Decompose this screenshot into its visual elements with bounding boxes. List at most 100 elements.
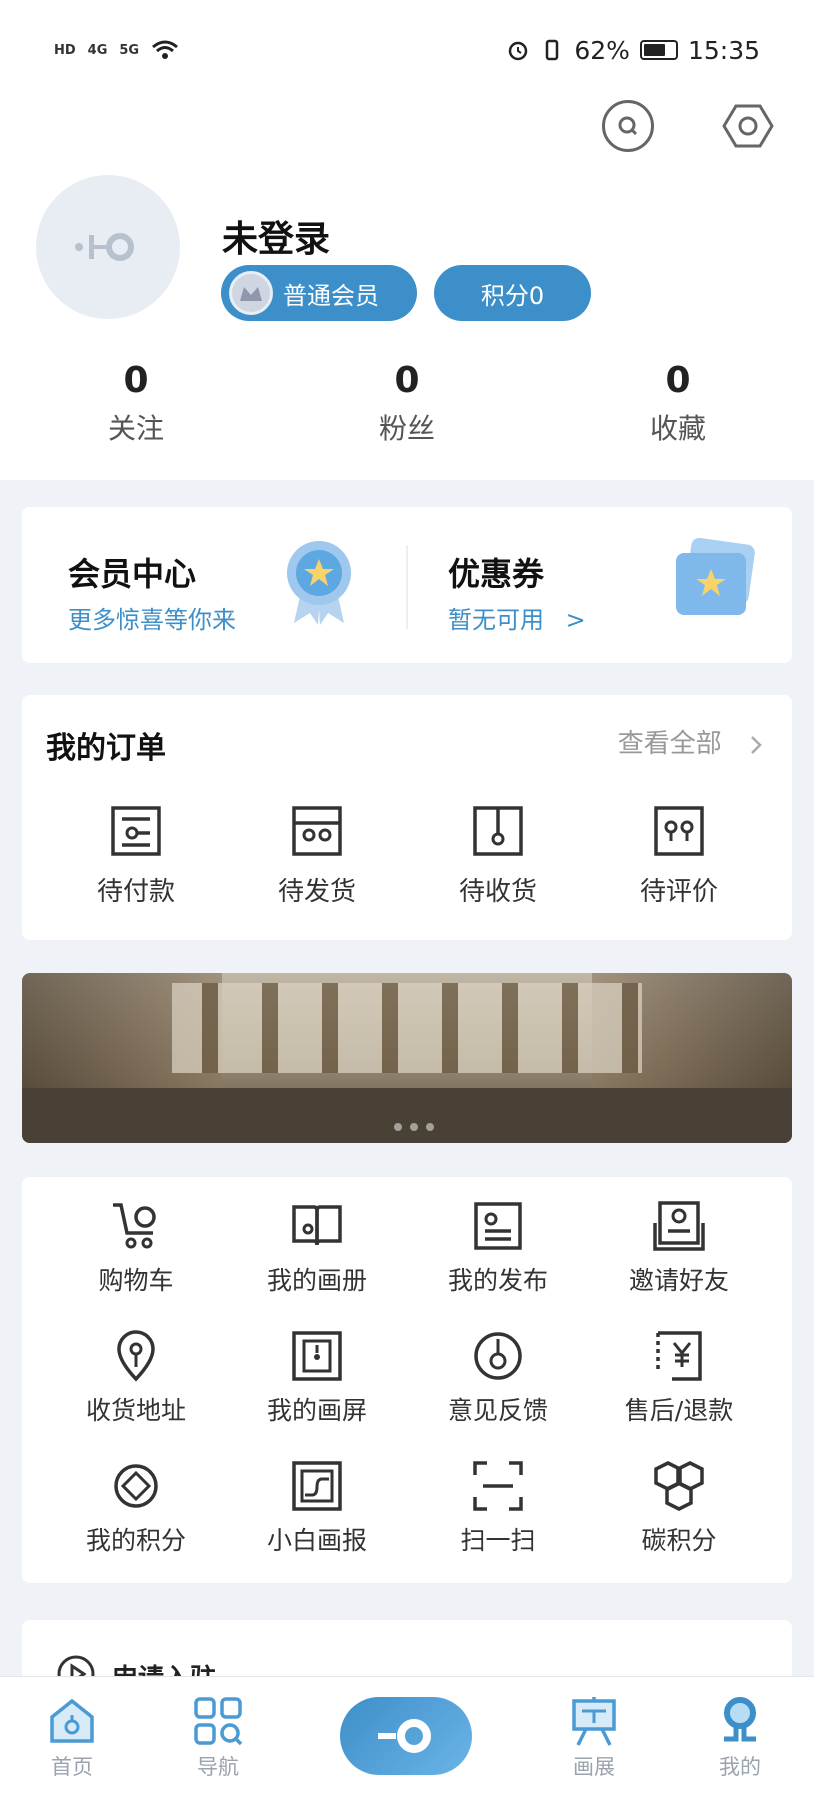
default-avatar-icon <box>75 233 134 261</box>
tab-home[interactable]: 首页 <box>22 1695 122 1781</box>
member-level-badge[interactable]: 普通会员 <box>221 265 417 321</box>
tool-label: 我的发布 <box>447 1266 548 1295</box>
banner-dot[interactable] <box>426 1123 434 1131</box>
stat-favorites-value: 0 <box>665 360 691 401</box>
bottom-tab-bar: 首页 导航 画展 我的 <box>0 1676 814 1800</box>
points-badge[interactable]: 积分0 <box>434 265 591 321</box>
pending-payment-icon <box>111 806 161 856</box>
coupon-subtitle: 暂无可用 > <box>448 600 586 635</box>
tool-pictorial[interactable]: 小白画报 <box>237 1459 397 1557</box>
exhibition-banner[interactable] <box>22 973 792 1143</box>
clock: 15:35 <box>687 35 760 65</box>
stat-fans-label: 粉丝 <box>378 412 435 445</box>
user-icon <box>724 1697 756 1742</box>
chevron-right-icon <box>751 735 762 754</box>
tool-label: 我的画屏 <box>266 1396 367 1425</box>
tool-points[interactable]: 我的积分 <box>56 1459 216 1557</box>
tool-invite[interactable]: 邀请好友 <box>599 1199 759 1297</box>
network-indicators: HD 4G 5G <box>54 39 179 61</box>
avatar[interactable] <box>36 175 180 319</box>
coupon-subtitle-text: 暂无可用 <box>448 606 544 634</box>
invite-icon <box>653 1201 705 1251</box>
order-label: 待评价 <box>639 877 718 907</box>
stat-fans-value: 0 <box>394 360 420 401</box>
banner-gallery-wall <box>172 983 642 1073</box>
feedback-icon <box>474 1332 522 1380</box>
view-all-label: 查看全部 <box>617 729 722 759</box>
medal-icon <box>229 271 273 315</box>
order-pending-review[interactable]: 待评价 <box>609 805 749 908</box>
tab-mine[interactable]: 我的 <box>690 1695 790 1781</box>
banner-dot[interactable] <box>394 1123 402 1131</box>
location-icon <box>117 1330 155 1382</box>
tool-label: 我的画册 <box>266 1266 367 1295</box>
member-center-title: 会员中心 <box>68 555 197 593</box>
vip-coupon-card: 会员中心 更多惊喜等你来 优惠券 暂无可用 > <box>22 507 792 663</box>
banner-gallery-floor <box>22 1088 792 1143</box>
banner-dot[interactable] <box>410 1123 418 1131</box>
profile-header: 未登录 普通会员 积分0 0 关注 0 粉丝 0 收藏 <box>0 70 814 480</box>
hd-indicator: HD <box>54 42 76 58</box>
order-label: 待发货 <box>277 877 356 907</box>
book-icon <box>292 1205 342 1246</box>
banner-pagination <box>394 1123 434 1131</box>
center-action-button[interactable] <box>340 1697 472 1775</box>
tab-home-label: 首页 <box>51 1755 93 1779</box>
pending-shipment-icon <box>292 806 342 856</box>
4g-indicator: 4G <box>87 42 108 58</box>
tab-nav[interactable]: 导航 <box>168 1695 268 1781</box>
5g-indicator: 5G <box>119 42 140 58</box>
order-pending-shipment[interactable]: 待发货 <box>247 805 387 908</box>
battery-icon <box>639 40 678 60</box>
tool-album[interactable]: 我的画册 <box>237 1199 397 1297</box>
settings-button[interactable] <box>722 100 774 152</box>
tool-scan[interactable]: 扫一扫 <box>418 1459 578 1557</box>
tool-refund[interactable]: 售后/退款 <box>599 1329 759 1427</box>
coupon-ticket-icon <box>676 537 755 615</box>
settings-icon <box>722 104 774 148</box>
search-button[interactable] <box>602 100 654 152</box>
tool-label: 售后/退款 <box>624 1396 734 1425</box>
tool-carbon[interactable]: 碳积分 <box>599 1459 759 1557</box>
tool-label: 收货地址 <box>85 1396 186 1425</box>
order-pending-payment[interactable]: 待付款 <box>66 805 206 908</box>
tool-feedback[interactable]: 意见反馈 <box>418 1329 578 1427</box>
coupon-entry[interactable]: 优惠券 暂无可用 > <box>408 507 792 663</box>
system-indicators: 62% 15:35 <box>506 36 760 65</box>
order-label: 待付款 <box>96 877 175 907</box>
scan-icon <box>473 1461 523 1511</box>
tab-exhibition[interactable]: 画展 <box>544 1695 644 1781</box>
tool-publish[interactable]: 我的发布 <box>418 1199 578 1297</box>
tool-cart[interactable]: 购物车 <box>56 1199 216 1297</box>
pending-receipt-icon <box>473 806 523 856</box>
tab-exhibition-label: 画展 <box>573 1755 615 1779</box>
cart-icon <box>113 1203 156 1249</box>
stat-fans[interactable]: 0 粉丝 <box>327 360 487 447</box>
battery-percent: 62% <box>574 35 630 65</box>
alarm-icon <box>509 41 528 61</box>
username[interactable]: 未登录 <box>222 210 330 262</box>
tool-label: 碳积分 <box>641 1526 717 1555</box>
tab-nav-label: 导航 <box>197 1755 239 1779</box>
nav-grid-icon <box>194 1697 243 1746</box>
stat-favorites[interactable]: 0 收藏 <box>598 360 758 447</box>
home-icon <box>50 1698 94 1743</box>
refund-icon <box>656 1331 702 1381</box>
pictorial-icon <box>292 1461 342 1511</box>
stat-following[interactable]: 0 关注 <box>56 360 216 447</box>
member-level-label: 普通会员 <box>283 281 379 310</box>
header-actions <box>602 100 774 152</box>
award-ribbon-icon <box>287 541 351 625</box>
tool-label: 我的积分 <box>85 1526 186 1555</box>
orders-title: 我的订单 <box>46 731 166 766</box>
screen-icon <box>292 1331 342 1381</box>
tool-screen[interactable]: 我的画屏 <box>237 1329 397 1427</box>
tool-label: 小白画报 <box>266 1526 367 1555</box>
tool-label: 购物车 <box>98 1266 174 1295</box>
view-all-orders-link[interactable]: 查看全部 <box>618 723 764 760</box>
member-center-entry[interactable]: 会员中心 更多惊喜等你来 <box>22 507 406 663</box>
order-pending-receipt[interactable]: 待收货 <box>428 805 568 908</box>
orders-card: 我的订单 查看全部 待付款 待发货 待收货 待评价 <box>22 695 792 940</box>
tool-address[interactable]: 收货地址 <box>56 1329 216 1427</box>
tool-label: 意见反馈 <box>447 1396 548 1425</box>
